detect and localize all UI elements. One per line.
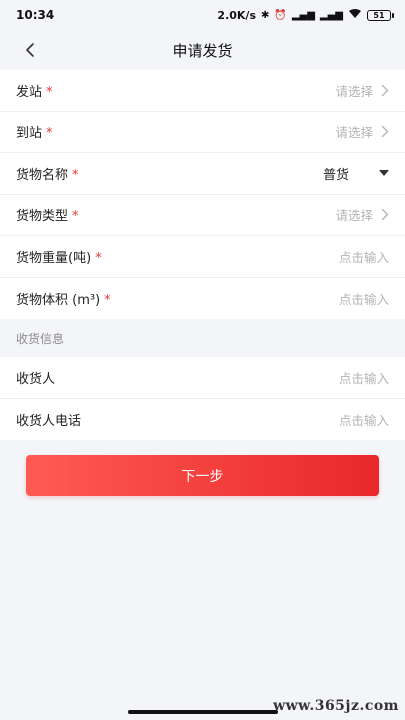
cargo-volume-row[interactable]: 货物体积 (m³) * 点击输入 bbox=[0, 278, 405, 320]
cargo-weight-label: 货物重量(吨) * bbox=[16, 250, 102, 266]
next-step-button[interactable]: 下一步 bbox=[26, 455, 379, 496]
cargo-name-dropdown[interactable]: 普货 bbox=[323, 164, 389, 183]
arrival-station-row[interactable]: 到站 * 请选择 bbox=[0, 112, 405, 153]
cargo-weight-row[interactable]: 货物重量(吨) * 点击输入 bbox=[0, 236, 405, 278]
wifi-icon bbox=[348, 8, 362, 22]
cargo-name-selected: 普货 bbox=[322, 167, 349, 183]
cargo-volume-input[interactable]: 点击输入 bbox=[339, 289, 389, 308]
receiver-form: 收货人 点击输入 收货人电话 点击输入 bbox=[0, 357, 405, 440]
back-icon[interactable] bbox=[20, 39, 40, 61]
home-indicator[interactable] bbox=[128, 710, 278, 714]
status-indicators: 2.0K/s ✱ ⏰ ▂▄▆ ▂▄▆ 51 bbox=[217, 8, 394, 22]
cargo-name-row[interactable]: 货物名称 * 普货 bbox=[0, 153, 405, 195]
receiver-phone-label: 收货人电话 bbox=[16, 413, 82, 429]
status-bar: 10:34 2.0K/s ✱ ⏰ ▂▄▆ ▂▄▆ 51 bbox=[0, 0, 405, 30]
receiver-section-title: 收货信息 bbox=[0, 319, 405, 357]
required-mark: * bbox=[46, 84, 53, 100]
cargo-type-picker[interactable]: 请选择 bbox=[335, 205, 389, 224]
battery-icon: 51 bbox=[367, 9, 394, 21]
next-button-container: 下一步 bbox=[0, 440, 405, 496]
nav-bar: 申请发货 bbox=[0, 30, 405, 70]
required-mark: * bbox=[46, 126, 53, 142]
caret-down-icon bbox=[379, 170, 389, 177]
arrival-station-label: 到站 * bbox=[16, 126, 53, 142]
signal-icon-2: ▂▄▆ bbox=[319, 9, 343, 21]
required-mark: * bbox=[72, 209, 79, 225]
cargo-volume-label: 货物体积 (m³) * bbox=[16, 292, 111, 308]
alarm-icon: ⏰ bbox=[274, 9, 287, 21]
chevron-right-icon bbox=[381, 125, 389, 138]
shipping-form: 发站 * 请选择 到站 * 请选择 货物名称 * 普货 货物类型 * 请选择 货… bbox=[0, 70, 405, 319]
network-speed: 2.0K/s bbox=[217, 8, 256, 22]
receiver-name-row[interactable]: 收货人 点击输入 bbox=[0, 357, 405, 399]
chevron-right-icon bbox=[381, 84, 389, 97]
arrival-station-picker[interactable]: 请选择 bbox=[335, 122, 389, 141]
chevron-right-icon bbox=[381, 208, 389, 221]
required-mark: * bbox=[104, 292, 111, 308]
cargo-name-label: 货物名称 * bbox=[16, 167, 79, 183]
cargo-type-label: 货物类型 * bbox=[16, 209, 79, 225]
departure-station-picker[interactable]: 请选择 bbox=[335, 81, 389, 100]
required-mark: * bbox=[72, 167, 79, 183]
signal-icon: ▂▄▆ bbox=[291, 9, 315, 21]
departure-station-row[interactable]: 发站 * 请选择 bbox=[0, 70, 405, 112]
cargo-weight-input[interactable]: 点击输入 bbox=[339, 247, 389, 266]
receiver-phone-input[interactable]: 点击输入 bbox=[339, 410, 389, 429]
required-mark: * bbox=[95, 250, 102, 266]
cargo-type-row[interactable]: 货物类型 * 请选择 bbox=[0, 195, 405, 236]
receiver-phone-row[interactable]: 收货人电话 点击输入 bbox=[0, 399, 405, 441]
departure-station-label: 发站 * bbox=[16, 84, 53, 100]
bluetooth-icon: ✱ bbox=[261, 9, 270, 21]
receiver-name-input[interactable]: 点击输入 bbox=[339, 368, 389, 387]
receiver-name-label: 收货人 bbox=[16, 371, 56, 387]
status-time: 10:34 bbox=[16, 8, 55, 22]
watermark: www.365jz.com bbox=[273, 698, 399, 714]
page-title: 申请发货 bbox=[172, 41, 233, 60]
